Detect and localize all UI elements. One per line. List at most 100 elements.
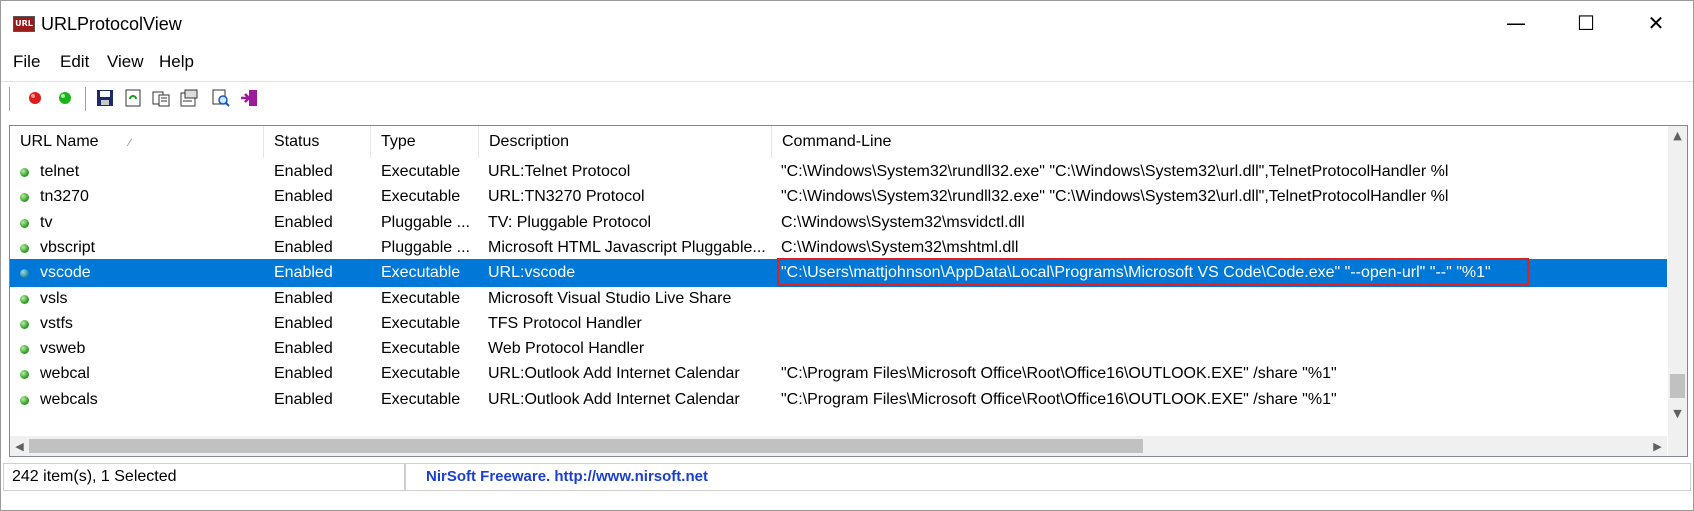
- toolbar-separator: [85, 87, 86, 111]
- table-row[interactable]: vscode Enabled Executable URL:vscode "C:\Use…: [10, 258, 1667, 288]
- cell-type: Executable: [381, 264, 461, 282]
- menu-view[interactable]: View: [107, 52, 144, 72]
- table-row[interactable]: telnet Enabled Executable URL:Telnet Protoc…: [10, 158, 1667, 186]
- column-header-url-name[interactable]: URL Name ⁄: [10, 126, 264, 158]
- cell-url-name: webcal: [40, 365, 90, 383]
- toolbar-separator: [9, 87, 10, 111]
- properties-icon[interactable]: [179, 88, 199, 108]
- column-header-type[interactable]: Type: [371, 126, 479, 158]
- protocol-list[interactable]: URL Name ⁄ Status Type Description Comma…: [9, 125, 1688, 457]
- cell-description: TV: Pluggable Protocol: [488, 213, 652, 231]
- vertical-scrollbar[interactable]: ▲ ▼: [1668, 126, 1687, 422]
- window-title: URLProtocolView: [41, 14, 182, 34]
- status-dot-icon: [20, 345, 29, 355]
- status-dot-icon: [20, 269, 29, 279]
- cell-url-name: vsls: [40, 289, 68, 307]
- cell-description: URL:Outlook Add Internet Calendar: [488, 365, 740, 383]
- find-icon[interactable]: [211, 88, 231, 108]
- disable-icon[interactable]: [55, 88, 75, 108]
- cell-status: Enabled: [274, 163, 333, 180]
- scroll-right-icon[interactable]: ▶: [1648, 437, 1667, 455]
- column-header-description[interactable]: Description: [479, 126, 772, 158]
- cell-url-name: telnet: [40, 163, 80, 180]
- column-header-command-line[interactable]: Command-Line: [772, 126, 1667, 158]
- status-item-count: 242 item(s), 1 Selected: [3, 463, 405, 491]
- cell-url-name: vscode: [40, 264, 91, 282]
- status-dot-icon: [20, 319, 29, 329]
- status-dot-icon: [20, 193, 29, 203]
- cell-type: Pluggable ...: [381, 213, 470, 231]
- cell-command-line: [781, 285, 1661, 313]
- menu-edit[interactable]: Edit: [60, 52, 89, 72]
- refresh-icon[interactable]: [123, 88, 143, 108]
- cell-type: Executable: [381, 314, 461, 332]
- cell-description: URL:Telnet Protocol: [488, 163, 631, 180]
- status-dot-icon: [20, 218, 29, 228]
- cell-url-name: tn3270: [40, 188, 89, 206]
- maximize-button[interactable]: ☐: [1551, 1, 1621, 45]
- horizontal-scroll-thumb[interactable]: [29, 439, 1143, 453]
- cell-description: URL:Outlook Add Internet Calendar: [488, 390, 740, 408]
- table-row[interactable]: tn3270 Enabled Executable URL:TN3270 Protoc…: [10, 183, 1667, 211]
- scroll-left-icon[interactable]: ◀: [10, 437, 29, 455]
- status-dot-icon: [20, 243, 29, 253]
- scroll-up-icon[interactable]: ▲: [1668, 126, 1687, 144]
- cell-url-name: vbscript: [40, 238, 96, 256]
- vertical-scroll-thumb[interactable]: [1670, 374, 1685, 398]
- cell-type: Executable: [381, 390, 461, 408]
- app-window: URL URLProtocolView — ☐ ✕ File Edit View…: [0, 0, 1694, 511]
- cell-type: Executable: [381, 188, 461, 206]
- table-row[interactable]: vsweb Enabled Executable Web Protocol Handl…: [10, 335, 1667, 363]
- nirsoft-link[interactable]: NirSoft Freeware. http://www.nirsoft.net: [426, 468, 708, 485]
- table-row[interactable]: webcal Enabled Executable URL:Outlook Add I…: [10, 360, 1667, 388]
- toolbar: [1, 81, 1693, 116]
- menu-help[interactable]: Help: [159, 52, 194, 72]
- close-button[interactable]: ✕: [1621, 1, 1691, 45]
- enable-icon[interactable]: [25, 88, 45, 108]
- minimize-button[interactable]: —: [1481, 1, 1551, 45]
- cell-type: Pluggable ...: [381, 238, 470, 256]
- cell-status: Enabled: [274, 289, 333, 307]
- cell-status: Enabled: [274, 238, 333, 256]
- cell-status: Enabled: [274, 213, 333, 231]
- table-row[interactable]: tv Enabled Pluggable ... TV: Pluggable Prot…: [10, 209, 1667, 237]
- cell-status: Enabled: [274, 365, 333, 383]
- copy-icon[interactable]: [151, 88, 171, 108]
- cell-status: Enabled: [274, 390, 333, 408]
- list-header: URL Name ⁄ Status Type Description Comma…: [10, 126, 1667, 158]
- title-bar: URL URLProtocolView — ☐ ✕: [1, 1, 1693, 45]
- cell-description: Web Protocol Handler: [488, 340, 645, 358]
- cell-status: Enabled: [274, 188, 333, 206]
- cell-status: Enabled: [274, 264, 333, 282]
- cell-url-name: webcals: [40, 390, 98, 408]
- column-label: URL Name: [20, 133, 99, 150]
- sort-icon: ⁄: [129, 137, 131, 149]
- cell-command-line: "C:\Windows\System32\rundll32.exe" "C:\W…: [781, 163, 1449, 180]
- cell-command-line: C:\Windows\System32\msvidctl.dll: [781, 213, 1025, 231]
- highlight-box: [777, 258, 1529, 287]
- table-row[interactable]: webcals Enabled Executable URL:Outlook Add …: [10, 386, 1667, 414]
- cell-status: Enabled: [274, 340, 333, 358]
- cell-description: URL:vscode: [488, 264, 576, 282]
- table-row[interactable]: vsls Enabled Executable Microsoft Visual St…: [10, 285, 1667, 313]
- cell-command-line: [781, 310, 1661, 338]
- horizontal-scrollbar[interactable]: ◀ ▶: [10, 436, 1667, 456]
- exit-icon[interactable]: [239, 88, 259, 108]
- status-dot-icon: [20, 168, 29, 177]
- save-icon[interactable]: [95, 88, 115, 108]
- cell-url-name: tv: [40, 213, 53, 231]
- menu-file[interactable]: File: [13, 52, 40, 72]
- cell-type: Executable: [381, 289, 461, 307]
- cell-description: URL:TN3270 Protocol: [488, 188, 645, 206]
- cell-url-name: vstfs: [40, 314, 73, 332]
- cell-url-name: vsweb: [40, 340, 86, 358]
- status-dot-icon: [20, 395, 29, 405]
- cell-type: Executable: [381, 365, 461, 383]
- column-header-status[interactable]: Status: [264, 126, 371, 158]
- cell-command-line: [781, 335, 1661, 363]
- table-row[interactable]: vstfs Enabled Executable TFS Protocol Handl…: [10, 310, 1667, 338]
- cell-status: Enabled: [274, 314, 333, 332]
- scroll-down-icon[interactable]: ▼: [1668, 404, 1687, 422]
- cell-command-line: "C:\Program Files\Microsoft Office\Root\…: [781, 365, 1337, 383]
- status-bar: 242 item(s), 1 Selected NirSoft Freeware…: [1, 461, 1693, 493]
